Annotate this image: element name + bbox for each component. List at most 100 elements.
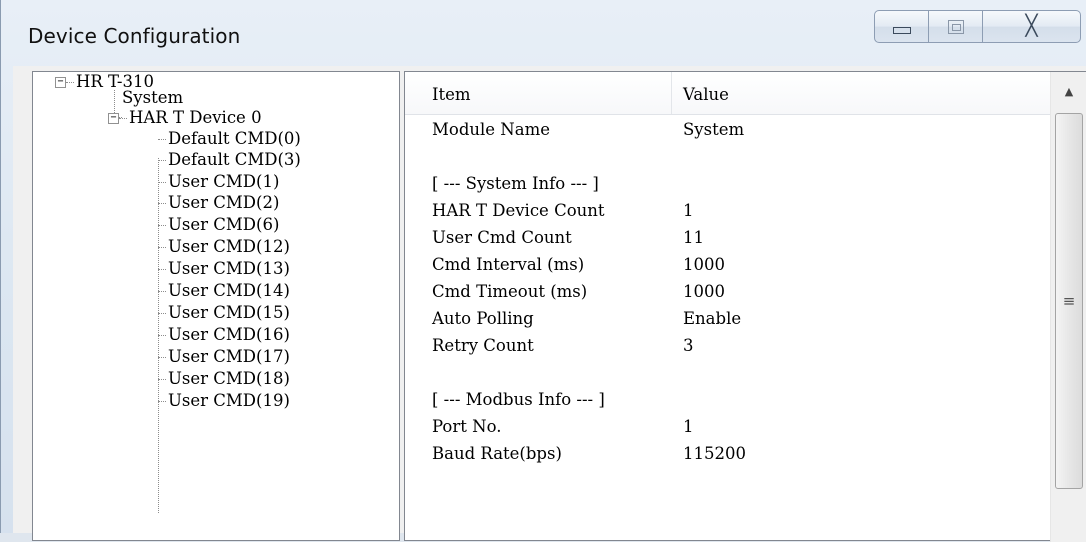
tree-node-label: HAR T Device 0: [129, 108, 262, 127]
list-row[interactable]: Auto Polling Enable: [405, 309, 1045, 336]
row-value: 1: [683, 417, 694, 436]
close-icon: ╳: [1025, 13, 1038, 37]
column-separator[interactable]: [671, 72, 672, 114]
tree-connector: [158, 313, 166, 314]
tree-node-label: User CMD(14): [168, 281, 290, 300]
arrow-up-icon: ▲: [1064, 84, 1074, 98]
tree-node-cmd[interactable]: User CMD(2): [158, 193, 279, 213]
list-row[interactable]: Retry Count 3: [405, 336, 1045, 363]
row-item: Module Name: [432, 120, 550, 139]
maximize-icon: [947, 19, 964, 34]
tree-node-cmd[interactable]: User CMD(18): [158, 369, 290, 389]
scroll-up-button[interactable]: ▲: [1051, 72, 1086, 110]
tree-connector: [158, 247, 166, 248]
list-row[interactable]: Cmd Timeout (ms) 1000: [405, 282, 1045, 309]
scroll-thumb[interactable]: ≡: [1055, 113, 1083, 489]
tree-node-label: User CMD(13): [168, 259, 290, 278]
tree-node-label: User CMD(2): [168, 193, 280, 212]
tree-connector: [158, 182, 166, 183]
column-header-item[interactable]: Item: [432, 85, 471, 104]
list-row[interactable]: [405, 363, 1045, 390]
tree-node-label: User CMD(15): [168, 303, 290, 322]
tree-node-cmd[interactable]: User CMD(15): [158, 303, 290, 323]
grip-icon: ≡: [1062, 292, 1076, 310]
list-row[interactable]: User Cmd Count 11: [405, 228, 1045, 255]
minimize-icon: [892, 27, 911, 34]
row-item: [ --- System Info --- ]: [432, 174, 599, 193]
tree-connector: [158, 291, 166, 292]
row-value: 3: [683, 336, 694, 355]
tree-node-label: Default CMD(3): [168, 150, 301, 169]
tree-node-label: User CMD(17): [168, 347, 290, 366]
close-button[interactable]: ╳: [983, 10, 1081, 43]
tree-node-cmd[interactable]: User CMD(19): [158, 391, 290, 411]
collapse-icon[interactable]: −: [55, 77, 66, 88]
tree-connector: [158, 357, 166, 358]
row-value: Enable: [683, 309, 742, 328]
tree-node-cmd[interactable]: User CMD(6): [158, 215, 279, 235]
tree-node-label: Default CMD(0): [168, 129, 301, 148]
row-item: Baud Rate(bps): [432, 444, 562, 463]
tree-connector: [158, 160, 166, 161]
tree-node-label: User CMD(18): [168, 369, 290, 388]
maximize-button[interactable]: [929, 10, 983, 43]
tree-node-cmd[interactable]: User CMD(17): [158, 347, 290, 367]
caption-buttons: ╳: [874, 10, 1082, 43]
vertical-scrollbar[interactable]: ▲ ≡: [1050, 72, 1086, 542]
tree-connector: [158, 379, 166, 380]
tree-connector: [158, 225, 166, 226]
column-header-value[interactable]: Value: [683, 85, 729, 104]
row-value: 1000: [683, 282, 725, 301]
tree-node-cmd[interactable]: Default CMD(3): [158, 150, 301, 170]
row-item: Cmd Interval (ms): [432, 255, 585, 274]
list-row[interactable]: Module Name System: [405, 120, 1045, 147]
tree-connector: [158, 139, 166, 140]
device-tree[interactable]: − HR T-310 System − HAR T Device 0 Defau…: [32, 71, 400, 541]
tree-node-label: User CMD(19): [168, 391, 290, 410]
list-row[interactable]: HAR T Device Count 1: [405, 201, 1045, 228]
property-list[interactable]: Item Value Module Name System [ --- Syste…: [404, 71, 1086, 542]
row-item: HAR T Device Count: [432, 201, 605, 220]
list-row[interactable]: [ --- Modbus Info --- ]: [405, 390, 1045, 417]
tree-node-system[interactable]: System: [122, 88, 183, 108]
row-item: Cmd Timeout (ms): [432, 282, 588, 301]
row-value: 1: [683, 201, 694, 220]
tree-connector: [158, 401, 166, 402]
row-item: [ --- Modbus Info --- ]: [432, 390, 605, 409]
tree-node-cmd[interactable]: User CMD(12): [158, 237, 290, 257]
tree-node-cmd[interactable]: User CMD(14): [158, 281, 290, 301]
tree-node-label: User CMD(12): [168, 237, 290, 256]
list-header: Item Value: [405, 72, 1050, 115]
tree-node-cmd[interactable]: Default CMD(0): [158, 129, 301, 149]
minimize-button[interactable]: [874, 10, 929, 43]
tree-connector: [158, 269, 166, 270]
tree-connector: [158, 335, 166, 336]
list-row[interactable]: Baud Rate(bps) 115200: [405, 444, 1045, 471]
tree-connector: [158, 203, 166, 204]
row-item: Retry Count: [432, 336, 534, 355]
title-bar[interactable]: Device Configuration ╳: [1, 0, 1086, 66]
collapse-icon[interactable]: −: [108, 113, 119, 124]
tree-node-cmd[interactable]: User CMD(13): [158, 259, 290, 279]
list-row[interactable]: [ --- System Info --- ]: [405, 174, 1045, 201]
row-value: 115200: [683, 444, 746, 463]
row-value: System: [683, 120, 745, 139]
row-item: User Cmd Count: [432, 228, 572, 247]
row-item: Port No.: [432, 417, 502, 436]
dialog-client-area: − HR T-310 System − HAR T Device 0 Defau…: [13, 66, 1086, 542]
tree-node-label: User CMD(1): [168, 172, 280, 191]
tree-node-label: User CMD(16): [168, 325, 290, 344]
row-value: 1000: [683, 255, 725, 274]
list-row[interactable]: Cmd Interval (ms) 1000: [405, 255, 1045, 282]
tree-node-hart-device-0[interactable]: − HAR T Device 0: [108, 108, 262, 128]
list-row[interactable]: [405, 147, 1045, 174]
row-item: Auto Polling: [432, 309, 534, 328]
list-row[interactable]: Port No. 1: [405, 417, 1045, 444]
tree-node-cmd[interactable]: User CMD(1): [158, 172, 279, 192]
tree-node-cmd[interactable]: User CMD(16): [158, 325, 290, 345]
device-configuration-window: Device Configuration ╳ − HR T-310 System…: [0, 0, 1086, 542]
tree-node-label: User CMD(6): [168, 215, 280, 234]
row-value: 11: [683, 228, 704, 247]
window-title: Device Configuration: [28, 24, 241, 48]
tree-connector: [119, 118, 127, 119]
